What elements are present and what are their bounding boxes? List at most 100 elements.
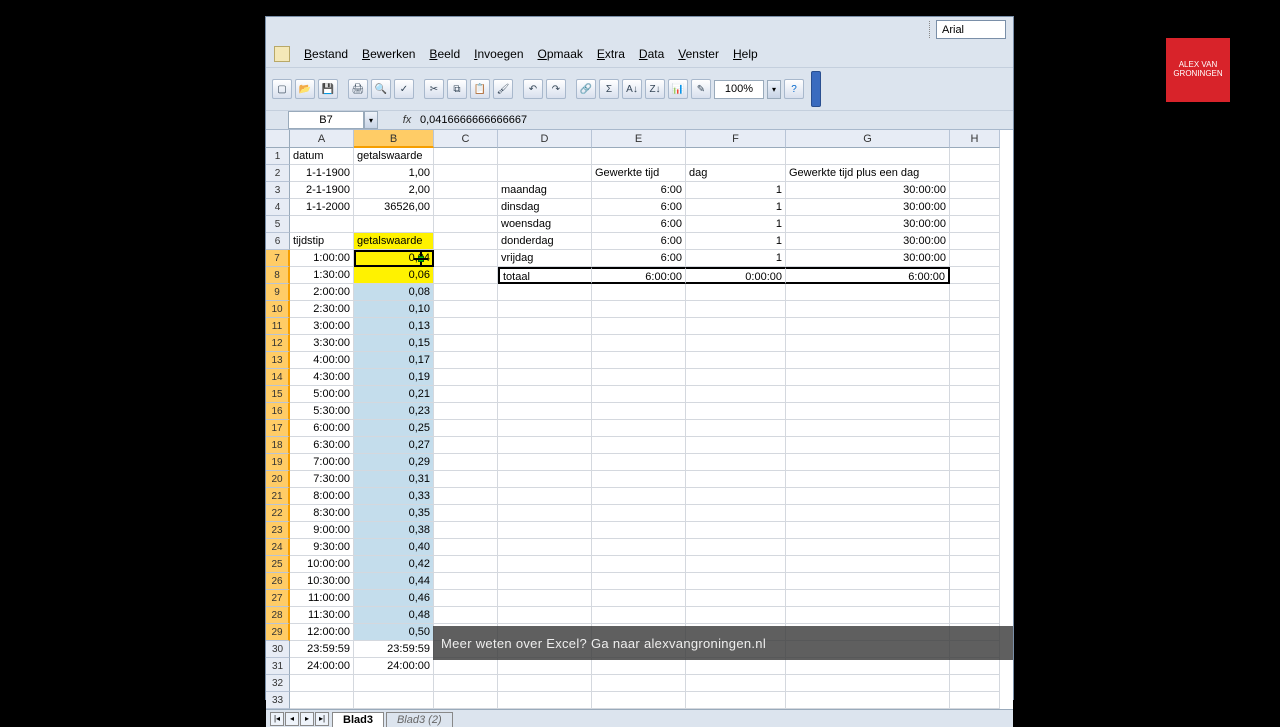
- cell-B26[interactable]: 0,44: [354, 573, 434, 590]
- cell-H12[interactable]: [950, 335, 1000, 352]
- cell-F20[interactable]: [686, 471, 786, 488]
- menu-bestand[interactable]: Bestand: [298, 45, 354, 63]
- cell-G19[interactable]: [786, 454, 950, 471]
- cell-A30[interactable]: 23:59:59: [290, 641, 354, 658]
- cell-D7[interactable]: vrijdag: [498, 250, 592, 267]
- cell-C8[interactable]: [434, 267, 498, 284]
- cell-G33[interactable]: [786, 692, 950, 709]
- cell-H17[interactable]: [950, 420, 1000, 437]
- cell-C2[interactable]: [434, 165, 498, 182]
- tab-nav-prev[interactable]: ◂: [285, 712, 299, 726]
- cell-D6[interactable]: donderdag: [498, 233, 592, 250]
- cell-E25[interactable]: [592, 556, 686, 573]
- cell-H15[interactable]: [950, 386, 1000, 403]
- cell-E31[interactable]: [592, 658, 686, 675]
- cell-A32[interactable]: [290, 675, 354, 692]
- cell-G16[interactable]: [786, 403, 950, 420]
- menu-bewerken[interactable]: Bewerken: [356, 45, 421, 63]
- cut-button[interactable]: ✂: [424, 79, 444, 99]
- cell-E24[interactable]: [592, 539, 686, 556]
- cell-A18[interactable]: 6:30:00: [290, 437, 354, 454]
- cell-A21[interactable]: 8:00:00: [290, 488, 354, 505]
- cell-H28[interactable]: [950, 607, 1000, 624]
- sort-asc-button[interactable]: A↓: [622, 79, 642, 99]
- cell-A17[interactable]: 6:00:00: [290, 420, 354, 437]
- cell-E26[interactable]: [592, 573, 686, 590]
- menu-extra[interactable]: Extra: [591, 45, 631, 63]
- cell-E12[interactable]: [592, 335, 686, 352]
- cell-C27[interactable]: [434, 590, 498, 607]
- cell-G26[interactable]: [786, 573, 950, 590]
- cell-B7[interactable]: 0,04: [354, 250, 434, 267]
- cell-D11[interactable]: [498, 318, 592, 335]
- draw-button[interactable]: ✎: [691, 79, 711, 99]
- cell-B2[interactable]: 1,00: [354, 165, 434, 182]
- cell-A26[interactable]: 10:30:00: [290, 573, 354, 590]
- cell-C25[interactable]: [434, 556, 498, 573]
- cell-E33[interactable]: [592, 692, 686, 709]
- cell-B10[interactable]: 0,10: [354, 301, 434, 318]
- cell-B13[interactable]: 0,17: [354, 352, 434, 369]
- cell-C23[interactable]: [434, 522, 498, 539]
- cell-E19[interactable]: [592, 454, 686, 471]
- cell-D9[interactable]: [498, 284, 592, 301]
- cell-A14[interactable]: 4:30:00: [290, 369, 354, 386]
- cell-D19[interactable]: [498, 454, 592, 471]
- cell-B8[interactable]: 0,06: [354, 267, 434, 284]
- cell-G22[interactable]: [786, 505, 950, 522]
- cell-H13[interactable]: [950, 352, 1000, 369]
- tab-nav-first[interactable]: |◂: [270, 712, 284, 726]
- row-header-30[interactable]: 30: [266, 641, 290, 658]
- cell-B6[interactable]: getalswaarde: [354, 233, 434, 250]
- cell-B1[interactable]: getalswaarde: [354, 148, 434, 165]
- cell-B17[interactable]: 0,25: [354, 420, 434, 437]
- row-header-33[interactable]: 33: [266, 692, 290, 709]
- copy-button[interactable]: ⧉: [447, 79, 467, 99]
- cell-H3[interactable]: [950, 182, 1000, 199]
- cell-D17[interactable]: [498, 420, 592, 437]
- chart-button[interactable]: 📊: [668, 79, 688, 99]
- cell-F5[interactable]: 1: [686, 216, 786, 233]
- grid[interactable]: ABCDEFGH 1datumgetalswaarde21-1-19001,00…: [266, 130, 1013, 709]
- cell-D15[interactable]: [498, 386, 592, 403]
- cell-B33[interactable]: [354, 692, 434, 709]
- cell-C17[interactable]: [434, 420, 498, 437]
- cell-A1[interactable]: datum: [290, 148, 354, 165]
- row-header-11[interactable]: 11: [266, 318, 290, 335]
- menu-beeld[interactable]: Beeld: [423, 45, 466, 63]
- cell-H20[interactable]: [950, 471, 1000, 488]
- cell-D28[interactable]: [498, 607, 592, 624]
- cell-F24[interactable]: [686, 539, 786, 556]
- cell-G12[interactable]: [786, 335, 950, 352]
- col-header-D[interactable]: D: [498, 130, 592, 148]
- cell-B32[interactable]: [354, 675, 434, 692]
- cell-C10[interactable]: [434, 301, 498, 318]
- spell-button[interactable]: ✓: [394, 79, 414, 99]
- cell-H14[interactable]: [950, 369, 1000, 386]
- cell-F14[interactable]: [686, 369, 786, 386]
- cell-F11[interactable]: [686, 318, 786, 335]
- cell-D20[interactable]: [498, 471, 592, 488]
- menu-data[interactable]: Data: [633, 45, 670, 63]
- cell-D25[interactable]: [498, 556, 592, 573]
- cell-H32[interactable]: [950, 675, 1000, 692]
- cell-F6[interactable]: 1: [686, 233, 786, 250]
- cell-E6[interactable]: 6:00: [592, 233, 686, 250]
- cell-C32[interactable]: [434, 675, 498, 692]
- cell-G32[interactable]: [786, 675, 950, 692]
- cell-F21[interactable]: [686, 488, 786, 505]
- cell-B9[interactable]: 0,08: [354, 284, 434, 301]
- cell-B31[interactable]: 24:00:00: [354, 658, 434, 675]
- cell-F16[interactable]: [686, 403, 786, 420]
- cell-E14[interactable]: [592, 369, 686, 386]
- cell-A5[interactable]: [290, 216, 354, 233]
- cell-H5[interactable]: [950, 216, 1000, 233]
- cell-A15[interactable]: 5:00:00: [290, 386, 354, 403]
- cell-E4[interactable]: 6:00: [592, 199, 686, 216]
- cell-A13[interactable]: 4:00:00: [290, 352, 354, 369]
- row-header-31[interactable]: 31: [266, 658, 290, 675]
- cell-G8[interactable]: 6:00:00: [786, 267, 950, 284]
- cell-B18[interactable]: 0,27: [354, 437, 434, 454]
- cell-G25[interactable]: [786, 556, 950, 573]
- cell-A12[interactable]: 3:30:00: [290, 335, 354, 352]
